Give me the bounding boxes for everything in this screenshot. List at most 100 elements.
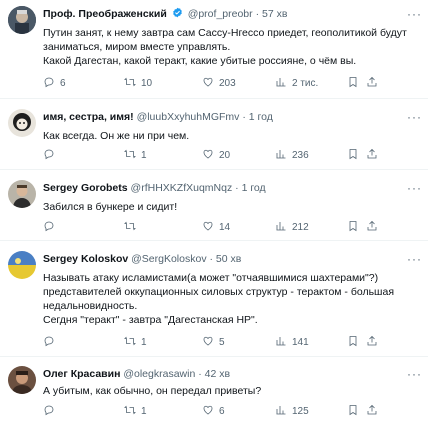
dot-separator: · xyxy=(242,111,246,123)
like-icon xyxy=(203,405,213,415)
avatar[interactable] xyxy=(8,251,36,279)
reply-button[interactable] xyxy=(43,148,60,162)
like-count: 203 xyxy=(219,78,236,89)
views-button[interactable]: 125 xyxy=(275,404,309,418)
more-options-icon[interactable]: ··· xyxy=(407,8,422,20)
bookmark-icon xyxy=(349,77,357,88)
like-count: 14 xyxy=(219,222,231,233)
action-bar: 14 212 xyxy=(43,220,422,234)
like-button[interactable]: 14 xyxy=(202,220,230,234)
timestamp[interactable]: 1 год xyxy=(242,182,266,194)
author-handle[interactable]: @rfHHXKZfXuqmNqz xyxy=(131,182,233,194)
tweet-header: имя, сестра, имя! @luubXxyhuhMGFmv · 1 г… xyxy=(43,110,422,124)
reply-button[interactable] xyxy=(43,220,60,234)
timestamp[interactable]: 42 хв xyxy=(205,368,230,380)
retweet-icon xyxy=(124,77,136,87)
timestamp[interactable]: 1 год xyxy=(249,111,273,123)
like-icon xyxy=(203,77,213,87)
like-button[interactable]: 5 xyxy=(202,335,225,349)
dot-separator: · xyxy=(198,368,202,380)
more-options-icon[interactable]: ··· xyxy=(407,253,422,265)
more-options-icon[interactable]: ··· xyxy=(407,182,422,194)
share-button[interactable] xyxy=(366,148,378,162)
views-button[interactable]: 2 тис. xyxy=(275,76,318,90)
retweet-button[interactable]: 10 xyxy=(124,76,152,90)
share-icon xyxy=(367,148,377,159)
like-button[interactable]: 6 xyxy=(202,404,225,418)
bookmark-button[interactable] xyxy=(347,76,359,90)
tweet-2[interactable]: имя, сестра, имя! @luubXxyhuhMGFmv · 1 г… xyxy=(0,99,428,169)
author-name[interactable]: Проф. Преображенский xyxy=(43,8,167,20)
retweet-button[interactable]: 1 xyxy=(124,404,147,418)
views-button[interactable]: 236 xyxy=(275,148,309,162)
tweet-header: Проф. Преображенский @prof_preobr · 57 х… xyxy=(43,7,422,21)
author-handle[interactable]: @SergKoloskov xyxy=(131,253,206,265)
like-icon xyxy=(203,149,213,159)
retweet-icon xyxy=(124,149,136,159)
reply-button[interactable]: 6 xyxy=(43,76,66,90)
retweet-button[interactable] xyxy=(124,220,141,234)
like-button[interactable]: 20 xyxy=(202,148,230,162)
retweet-button[interactable]: 1 xyxy=(124,335,147,349)
bookmark-button[interactable] xyxy=(347,148,359,162)
avatar[interactable] xyxy=(8,366,36,394)
like-button[interactable]: 203 xyxy=(202,76,236,90)
bookmark-icon xyxy=(349,405,357,416)
action-bar: 6 10 203 2 тис. xyxy=(43,76,422,90)
timestamp[interactable]: 57 хв xyxy=(262,8,287,20)
views-icon xyxy=(276,222,286,231)
bookmark-button[interactable] xyxy=(347,404,359,418)
more-options-icon[interactable]: ··· xyxy=(407,368,422,380)
more-options-icon[interactable]: ··· xyxy=(407,111,422,123)
action-bar: 1 6 125 xyxy=(43,404,422,418)
tweet-text: А убитым, как обычно, он передал приветы… xyxy=(43,384,422,398)
reply-button[interactable] xyxy=(43,335,60,349)
tweet-text-line: Называть атаку исламистами(а может "отча… xyxy=(43,272,379,284)
bookmark-button[interactable] xyxy=(347,335,359,349)
tweet-text: Путин занят, к нему завтра сам Сассу-Нге… xyxy=(43,26,422,68)
share-button[interactable] xyxy=(366,220,378,234)
tweet-1[interactable]: Проф. Преображенский @prof_preobr · 57 х… xyxy=(0,0,428,98)
bookmark-button[interactable] xyxy=(347,220,359,234)
tweet-text-line: Забился в бункере и сидит! xyxy=(43,201,178,213)
timestamp[interactable]: 50 хв xyxy=(216,253,241,265)
share-icon xyxy=(367,76,377,87)
tweet-4[interactable]: Sergey Koloskov @SergKoloskov · 50 хв На… xyxy=(0,241,428,356)
share-icon xyxy=(367,404,377,415)
dot-separator: · xyxy=(235,182,239,194)
tweet-text-line: заниматься, миром вместе управлять. xyxy=(43,41,231,53)
retweet-count: 1 xyxy=(141,337,147,348)
bookmark-icon xyxy=(349,221,357,232)
tweet-3[interactable]: Sergey Gorobets @rfHHXKZfXuqmNqz · 1 год… xyxy=(0,170,428,240)
author-handle[interactable]: @luubXxyhuhMGFmv xyxy=(137,111,240,123)
share-button[interactable] xyxy=(366,404,378,418)
tweet-header: Олег Красавин @olegkrasawin · 42 хв xyxy=(43,367,422,381)
reply-icon xyxy=(44,149,54,160)
author-handle[interactable]: @olegkrasawin xyxy=(123,368,195,380)
avatar[interactable] xyxy=(8,180,36,208)
retweet-button[interactable]: 1 xyxy=(124,148,147,162)
avatar[interactable] xyxy=(8,109,36,137)
tweet-text-line: Сегдня "теракт" - завтра "Дагестанская Н… xyxy=(43,314,258,326)
share-button[interactable] xyxy=(366,335,378,349)
like-count: 20 xyxy=(219,150,231,161)
author-name[interactable]: Sergey Koloskov xyxy=(43,253,128,265)
author-name[interactable]: имя, сестра, имя! xyxy=(43,111,134,123)
share-button[interactable] xyxy=(366,76,378,90)
author-handle[interactable]: @prof_preobr xyxy=(188,8,253,20)
retweet-icon xyxy=(124,405,136,415)
view-count: 236 xyxy=(292,150,309,161)
bookmark-icon xyxy=(349,336,357,347)
views-icon xyxy=(276,337,286,346)
views-button[interactable]: 141 xyxy=(275,335,309,349)
author-name[interactable]: Sergey Gorobets xyxy=(43,182,128,194)
reply-icon xyxy=(44,405,54,416)
view-count: 212 xyxy=(292,222,309,233)
avatar[interactable] xyxy=(8,6,36,34)
tweet-5[interactable]: Олег Красавин @olegkrasawin · 42 хв А уб… xyxy=(0,357,428,427)
views-button[interactable]: 212 xyxy=(275,220,309,234)
reply-button[interactable] xyxy=(43,404,60,418)
dot-separator: · xyxy=(209,253,214,265)
author-name[interactable]: Олег Красавин xyxy=(43,368,120,380)
reply-icon xyxy=(44,221,54,232)
